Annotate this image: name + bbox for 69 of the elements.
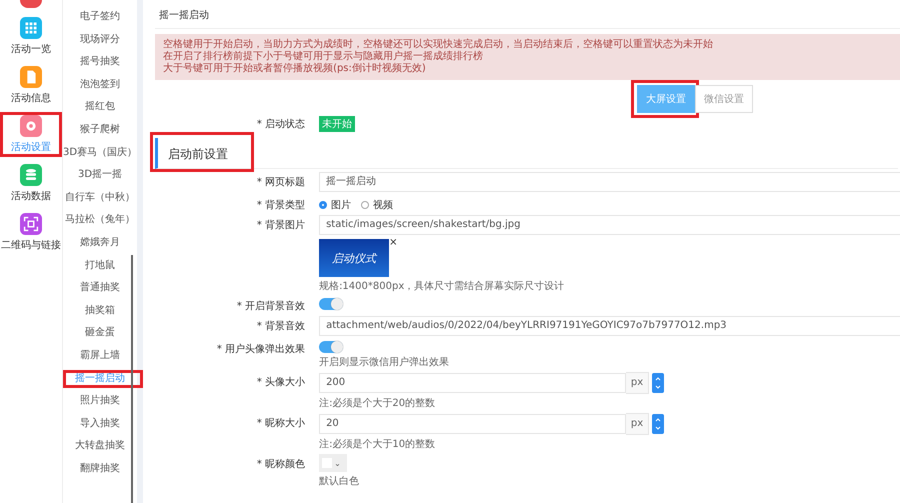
menu-item[interactable]: 嫦娥奔月 <box>63 232 138 255</box>
radio-option[interactable]: 视频 <box>361 198 394 212</box>
image-thumbnail: 启动仪式 <box>319 239 390 277</box>
sidebar-item[interactable]: 活动一览 <box>0 14 62 59</box>
menu-item[interactable]: 现场评分 <box>63 28 138 52</box>
menu-item[interactable]: 抽奖箱 <box>63 300 138 322</box>
logo-icon <box>20 0 42 8</box>
sidebar-item[interactable]: 活动数据 <box>0 161 62 206</box>
input-field[interactable]: 200 <box>319 373 626 393</box>
toggle-switch[interactable] <box>319 298 344 310</box>
toggle-switch[interactable] <box>319 341 344 353</box>
input-field[interactable]: 20 <box>319 414 626 434</box>
database-icon <box>20 164 42 186</box>
help-text: 规格:1400*800px，具体尺寸需结合屏幕实际尺寸设计 <box>319 280 564 293</box>
unit-addon: px <box>626 413 650 435</box>
menu-item[interactable]: 电子签约 <box>63 6 138 29</box>
input-field[interactable]: static/images/screen/shakestart/bg.jpg <box>319 215 900 235</box>
sidebar-item[interactable]: 活动设置 <box>0 112 62 157</box>
field-label: * 背景音效 <box>256 320 306 333</box>
field-label: * 用户头像弹出效果 <box>216 342 306 356</box>
menu-item[interactable]: 猴子爬树 <box>63 118 138 142</box>
field-label: * 昵称颜色 <box>256 458 306 471</box>
input-field[interactable]: attachment/web/audios/0/2022/04/beyYLRRI97191YeGOYIC97o7b7977O12.mp3 <box>319 316 900 336</box>
help-text: 默认白色 <box>319 475 360 488</box>
field-label: * 背景类型 <box>256 198 306 212</box>
menu-item[interactable]: 霸屏上墙 <box>63 344 138 368</box>
spinner-button[interactable] <box>652 414 664 434</box>
color-picker[interactable]: ⌄ <box>319 454 348 472</box>
menu-item[interactable]: 自行车（中秋） <box>63 186 138 210</box>
remove-button[interactable]: × <box>389 239 398 247</box>
document-icon <box>20 66 42 88</box>
menu-item[interactable]: 3D摇一摇 <box>63 164 138 187</box>
help-text: 注:必须是个大于20的整数 <box>319 396 436 410</box>
input-field[interactable]: 摇一摇启动 <box>319 172 900 192</box>
highlight-frame <box>0 112 62 157</box>
field-label: * 昵称大小 <box>256 416 306 430</box>
field-label: * 网页标题 <box>256 176 306 189</box>
menu-item[interactable]: 泡泡签到 <box>63 74 138 96</box>
section-title: 启动前设置 <box>168 147 228 161</box>
field-label: * 开启背景音效 <box>236 300 306 313</box>
menu-item[interactable]: 摇号抽奖 <box>63 51 138 74</box>
field-label: * 头像大小 <box>256 376 306 389</box>
menu-item[interactable]: 3D赛马（国庆） <box>63 142 138 164</box>
menu-item[interactable]: 砸金蛋 <box>63 322 138 345</box>
field-label: * 启动状态 <box>256 118 306 131</box>
page-title: 摇一摇启动 <box>155 0 900 29</box>
menu-item[interactable]: 翻牌抽奖 <box>63 458 138 480</box>
status-badge: 未开始 <box>319 116 356 132</box>
qr-code-icon <box>20 213 42 235</box>
help-text: 注:必须是个大于10的整数 <box>319 438 436 451</box>
sidebar-item[interactable]: 活动信息 <box>0 63 62 108</box>
menu-item[interactable]: 导入抽奖 <box>63 412 138 436</box>
grid-icon <box>20 17 42 39</box>
menu-item[interactable]: 照片抽奖 <box>63 390 138 413</box>
menu-item[interactable]: 马拉松（兔年） <box>63 209 138 232</box>
menu-item[interactable]: 普通抽奖 <box>63 277 138 300</box>
alert-text: 空格键用于开始启动，当助力方式为成绩时，空格键还可以实现快速完成启动，当启动结束后，空格键可以重置状态为未开始 <box>163 39 714 50</box>
alert-text: 大于号键可用于开始或者暂停播放视频(ps:倒计时视频无效) <box>163 63 427 75</box>
help-text: 开启则显示微信用户弹出效果 <box>319 356 450 369</box>
menu-item[interactable]: 打地鼠 <box>63 254 138 278</box>
field-label: * 背景图片 <box>256 218 306 232</box>
settings-icon <box>20 115 42 137</box>
alert-text: 在开启了排行榜前提下小于号键可用于显示与隐藏用户摇一摇成绩排行榜 <box>163 51 484 62</box>
unit-addon: px <box>626 372 650 394</box>
sidebar-item[interactable]: 二维码与链接 <box>0 210 62 255</box>
spinner-button[interactable] <box>652 373 664 393</box>
menu-item[interactable]: 摇红包 <box>63 96 138 119</box>
radio-option[interactable]: 图片 <box>319 198 352 212</box>
menu-item[interactable]: 大转盘抽奖 <box>63 435 138 458</box>
